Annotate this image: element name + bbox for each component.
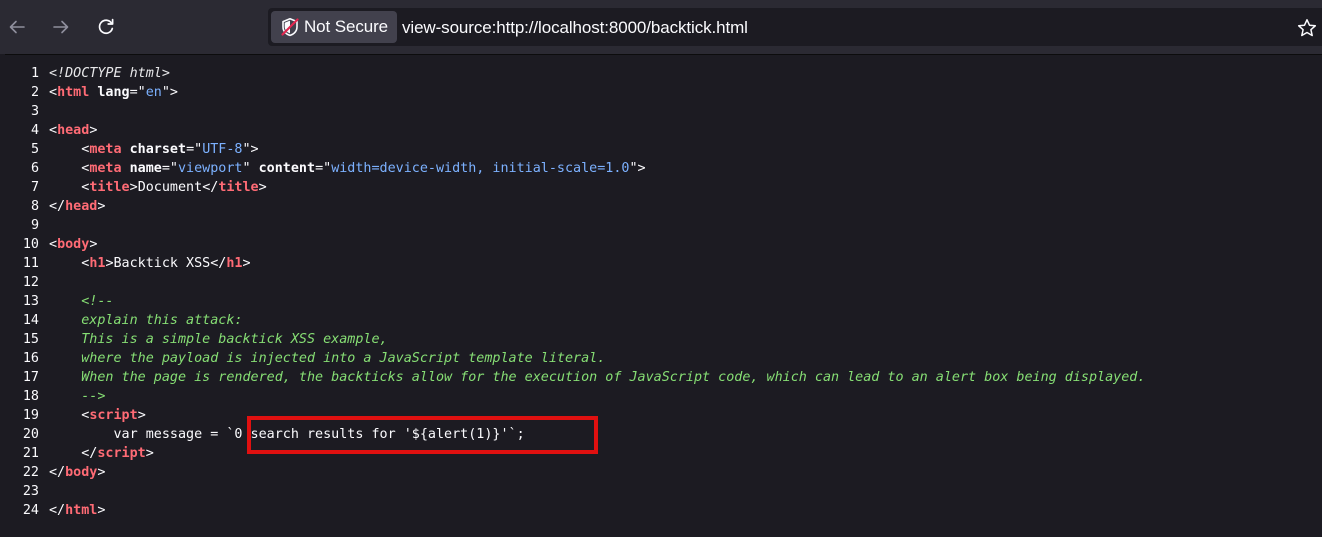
line-number: 2 [30, 85, 39, 100]
line-number: 11 [22, 256, 39, 271]
source-line-21: 21 </script> [5, 444, 1322, 463]
line-number: 23 [22, 484, 39, 499]
source-line-23: 23 [5, 482, 1322, 501]
back-arrow-icon [9, 20, 25, 34]
line-number: 1 [30, 66, 39, 81]
source-line-3: 3 [5, 102, 1322, 121]
source-line-17: 17 When the page is rendered, the backti… [5, 368, 1322, 387]
source-line-22: 22 </body> [5, 463, 1322, 482]
payload-highlight-box [247, 416, 598, 454]
source-line-20: 20 var message = `0 search results for '… [5, 425, 1322, 444]
back-button[interactable] [0, 10, 34, 44]
line-number: 4 [30, 123, 39, 138]
source-line-13: 13 <!-- [5, 292, 1322, 311]
source-line-8: 8 </head> [5, 197, 1322, 216]
source-line-2: 2 <html lang="en"> [5, 83, 1322, 102]
shield-warning-icon [281, 18, 299, 37]
source-viewer: 1 <!DOCTYPE html> 2 <html lang="en"> 3 4… [5, 54, 1322, 537]
line-number: 17 [22, 370, 39, 385]
star-icon [1297, 19, 1317, 37]
reload-icon [98, 18, 114, 35]
source-line-14: 14 explain this attack: [5, 311, 1322, 330]
line-number: 22 [22, 465, 39, 480]
line-number: 10 [22, 237, 39, 252]
line-number: 9 [30, 218, 39, 233]
line-number: 3 [30, 104, 39, 119]
line-number: 18 [22, 389, 39, 404]
forward-arrow-icon [53, 20, 69, 34]
line-number: 19 [22, 408, 39, 423]
line-number: 14 [22, 313, 39, 328]
reload-button[interactable] [89, 10, 123, 44]
line-number: 7 [30, 180, 39, 195]
source-line-9: 9 [5, 216, 1322, 235]
source-line-16: 16 where the payload is injected into a … [5, 349, 1322, 368]
source-line-19: 19 <script> [5, 406, 1322, 425]
url-bar[interactable]: Not Secure view-source:http://localhost:… [268, 8, 1322, 46]
source-line-15: 15 This is a simple backtick XSS example… [5, 330, 1322, 349]
source-line-10: 10 <body> [5, 235, 1322, 254]
line-number: 6 [30, 161, 39, 176]
source-line-5: 5 <meta charset="UTF-8"> [5, 140, 1322, 159]
security-indicator[interactable]: Not Secure [271, 11, 397, 43]
bookmark-button[interactable] [1296, 17, 1318, 39]
source-line-18: 18 --> [5, 387, 1322, 406]
line-number: 5 [30, 142, 39, 157]
line-number: 21 [22, 446, 39, 461]
security-label: Not Secure [304, 17, 389, 36]
source-line-12: 12 [5, 273, 1322, 292]
line-number: 12 [22, 275, 39, 290]
source-line-6: 6 <meta name="viewport" content="width=d… [5, 159, 1322, 178]
line-number: 13 [22, 294, 39, 309]
line-number: 8 [30, 199, 39, 214]
line-number: 15 [22, 332, 39, 347]
forward-button[interactable] [44, 10, 78, 44]
url-text[interactable]: view-source:http://localhost:8000/backti… [402, 18, 748, 38]
line-number: 16 [22, 351, 39, 366]
source-line-24: 24 </html> [5, 501, 1322, 520]
source-line-11: 11 <h1>Backtick XSS</h1> [5, 254, 1322, 273]
line-number: 20 [22, 427, 39, 442]
browser-toolbar: Not Secure view-source:http://localhost:… [0, 0, 1322, 54]
source-code: 1 <!DOCTYPE html> 2 <html lang="en"> 3 4… [5, 64, 1322, 520]
source-line-4: 4 <head> [5, 121, 1322, 140]
source-line-1: 1 <!DOCTYPE html> [5, 64, 1322, 83]
source-line-7: 7 <title>Document</title> [5, 178, 1322, 197]
line-number: 24 [22, 503, 39, 518]
